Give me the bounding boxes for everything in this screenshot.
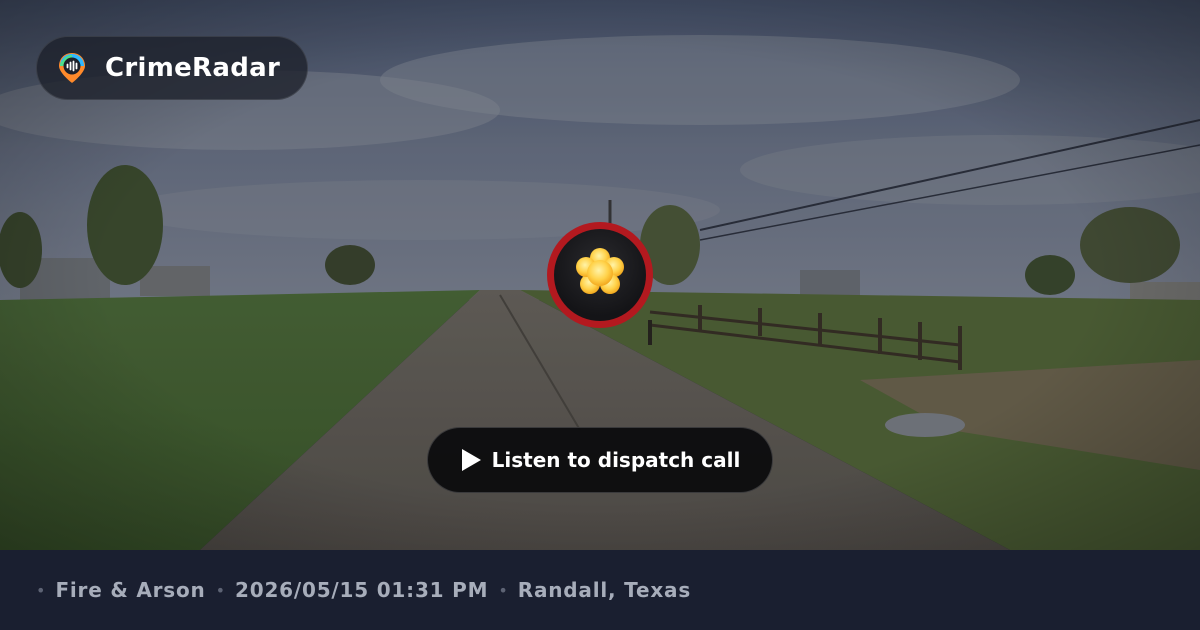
incident-category: Fire & Arson bbox=[55, 578, 206, 602]
play-icon bbox=[460, 448, 482, 472]
brand-badge[interactable]: CrimeRadar bbox=[36, 36, 308, 100]
radar-pin-icon bbox=[57, 51, 87, 85]
incident-datetime: 2026/05/15 01:31 PM bbox=[235, 578, 489, 602]
listen-dispatch-call-label: Listen to dispatch call bbox=[491, 448, 741, 472]
listen-dispatch-call-button[interactable]: Listen to dispatch call bbox=[427, 427, 773, 493]
incident-meta-footer: • Fire & Arson • 2026/05/15 01:31 PM • R… bbox=[0, 550, 1200, 630]
fire-arson-icon bbox=[572, 245, 628, 305]
incident-type-badge bbox=[547, 222, 653, 328]
separator-dot: • bbox=[498, 580, 508, 600]
separator-dot: • bbox=[36, 580, 46, 600]
incident-badge-inner bbox=[554, 229, 646, 321]
incident-location: Randall, Texas bbox=[517, 578, 692, 602]
brand-name: CrimeRadar bbox=[105, 53, 281, 83]
separator-dot: • bbox=[215, 580, 226, 600]
